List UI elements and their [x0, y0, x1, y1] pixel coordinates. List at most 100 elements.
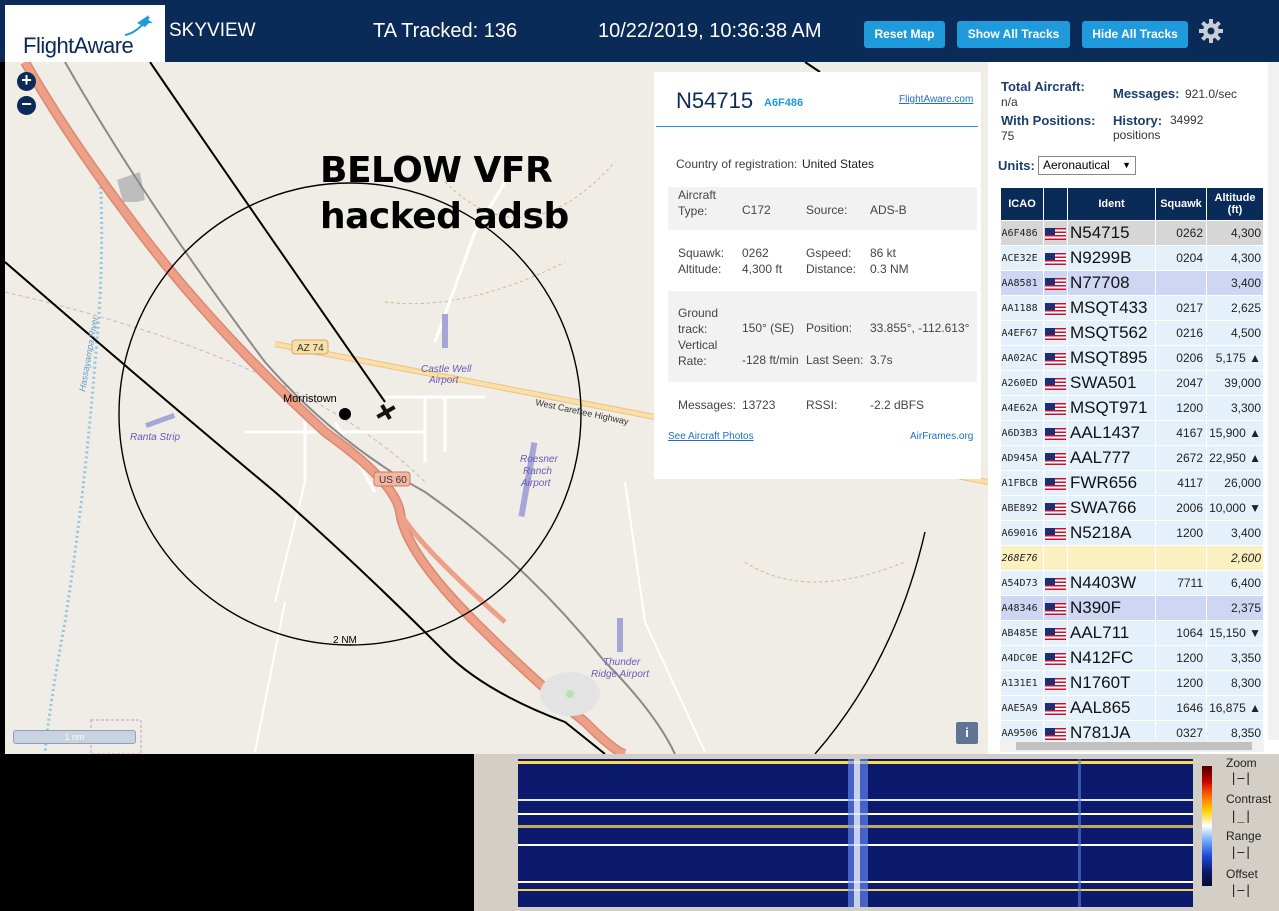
col-squawk[interactable]: Squawk — [1155, 187, 1207, 221]
table-row[interactable]: A4E62A MSQT971 1200 3,300 — [1000, 395, 1264, 421]
table-row[interactable]: A260ED SWA501 2047 39,000 — [1000, 370, 1264, 396]
squawk-cell: 1064 — [1155, 620, 1207, 646]
info-button[interactable]: i — [956, 722, 978, 744]
table-row[interactable]: A4EF67 MSQT562 0216 4,500 — [1000, 320, 1264, 346]
with-positions-label: With Positions: — [1001, 113, 1096, 128]
altitude-label: Altitude: — [678, 262, 722, 276]
table-row[interactable]: A6F486 N54715 0262 4,300 — [1000, 220, 1264, 246]
gspeed-value: 86 kt — [870, 246, 897, 260]
table-row[interactable]: ACE32E N9299B 0204 4,300 — [1000, 245, 1264, 271]
table-row[interactable]: A4DC0E N412FC 1200 3,350 — [1000, 645, 1264, 671]
squawk-cell: 0216 — [1155, 320, 1207, 346]
gspeed-label: Gspeed: — [806, 246, 852, 260]
table-row[interactable]: A48346 N390F 2,375 — [1000, 595, 1264, 621]
squawk-cell: 2006 — [1155, 495, 1207, 521]
table-row[interactable]: A6D3B3 AAL1437 4167 15,900 ▲ — [1000, 420, 1264, 446]
us-flag-icon — [1045, 427, 1066, 440]
rssi-value: -2.2 dBFS — [870, 398, 925, 412]
icao-cell: A1FBCB — [1000, 470, 1044, 496]
table-row[interactable]: A69016 N5218A 1200 3,400 — [1000, 520, 1264, 546]
zoom-control[interactable]: |—| — [1230, 771, 1252, 785]
squawk-value: 0262 — [742, 246, 769, 260]
airframes-link[interactable]: AirFrames.org — [910, 431, 973, 442]
history-value: 34992 positions — [1113, 113, 1204, 142]
icao-cell: AA02AC — [1000, 345, 1044, 371]
svg-text:Airport: Airport — [428, 375, 460, 386]
units-select[interactable]: Aeronautical ▼ — [1038, 156, 1136, 175]
us-flag-icon — [1045, 652, 1066, 665]
annotation-line-1: BELOW VFR — [320, 150, 553, 191]
flag-cell — [1043, 470, 1068, 496]
selected-aircraft-panel: N54715 A6F486 FlightAware.com Country of… — [654, 72, 981, 479]
us-flag-icon — [1045, 327, 1066, 340]
svg-text:AZ 74: AZ 74 — [297, 343, 324, 354]
reset-map-button[interactable]: Reset Map — [864, 21, 945, 48]
icao-cell: A4E62A — [1000, 395, 1044, 421]
icao-cell: AD945A — [1000, 445, 1044, 471]
us-flag-icon — [1045, 377, 1066, 390]
flag-cell — [1043, 320, 1068, 346]
altitude-cell: 3,400 — [1206, 270, 1264, 296]
col-icao[interactable]: ICAO — [1000, 187, 1044, 221]
horizontal-scrollbar[interactable] — [1000, 740, 1264, 752]
col-ident[interactable]: Ident — [1067, 187, 1156, 221]
datetime: 10/22/2019, 10:36:38 AM — [598, 20, 822, 42]
col-flag[interactable] — [1043, 187, 1068, 221]
total-aircraft-label: Total Aircraft: — [1001, 79, 1085, 94]
units-value: Aeronautical — [1043, 158, 1110, 172]
total-aircraft-value: n/a — [1001, 95, 1018, 109]
position-label: Position: — [806, 321, 853, 335]
us-flag-icon — [1045, 577, 1066, 590]
show-all-tracks-button[interactable]: Show All Tracks — [957, 21, 1070, 48]
flightaware-logo[interactable]: FlightAware — [5, 5, 165, 62]
table-row[interactable]: A131E1 N1760T 1200 8,300 — [1000, 670, 1264, 696]
messages-rate-value: 921.0/sec — [1185, 87, 1238, 101]
table-row[interactable]: A54D73 N4403W 7711 6,400 — [1000, 570, 1264, 596]
table-row[interactable]: AAE5A9 AAL865 1646 16,875 ▲ — [1000, 695, 1264, 721]
hide-all-tracks-button[interactable]: Hide All Tracks — [1082, 21, 1188, 48]
contrast-label: Contrast — [1226, 792, 1272, 806]
ident-cell: N4403W — [1067, 570, 1156, 596]
gear-icon[interactable] — [1198, 18, 1224, 44]
ident-cell: MSQT971 — [1067, 395, 1156, 421]
ident-cell — [1067, 545, 1156, 571]
squawk-cell: 1200 — [1155, 395, 1207, 421]
selected-hex[interactable]: A6F486 — [764, 97, 803, 109]
table-row[interactable]: AA02AC MSQT895 0206 5,175 ▲ — [1000, 345, 1264, 371]
table-row[interactable]: ABE892 SWA766 2006 10,000 ▼ — [1000, 495, 1264, 521]
selected-ident: N54715 — [676, 88, 754, 113]
table-row[interactable]: AB485E AAL711 1064 15,150 ▼ — [1000, 620, 1264, 646]
flag-cell — [1043, 620, 1068, 646]
offset-control[interactable]: |—| — [1230, 883, 1252, 897]
source-label: Source: — [806, 203, 848, 217]
scrollbar-thumb[interactable] — [1016, 742, 1252, 750]
aircraft-table: ICAO Ident Squawk Altitude (ft) A6F486 N5… — [1000, 187, 1264, 746]
svg-text:Ranta Strip: Ranta Strip — [130, 432, 180, 443]
distance-label: Distance: — [806, 262, 857, 276]
table-row[interactable]: AA8581 N77708 3,400 — [1000, 270, 1264, 296]
waterfall-display[interactable] — [518, 759, 1193, 907]
zoom-in-button[interactable]: + — [17, 71, 36, 91]
zoom-out-button[interactable]: − — [17, 95, 36, 115]
icao-cell: A54D73 — [1000, 570, 1044, 596]
table-row[interactable]: A1FBCB FWR656 4117 26,000 — [1000, 470, 1264, 496]
squawk-cell — [1155, 595, 1207, 621]
icao-cell: A6D3B3 — [1000, 420, 1044, 446]
altitude-cell: 3,350 — [1206, 645, 1264, 671]
vertical-scrollbar[interactable] — [1268, 62, 1279, 740]
ident-cell: N5218A — [1067, 520, 1156, 546]
flightaware-link[interactable]: FlightAware.com — [899, 94, 973, 105]
messages-value: 13723 — [742, 398, 776, 412]
flag-cell — [1043, 220, 1068, 246]
aircraft-photos-link[interactable]: See Aircraft Photos — [668, 431, 754, 442]
squawk-cell: 2672 — [1155, 445, 1207, 471]
altitude-cell: 5,175 ▲ — [1206, 345, 1264, 371]
altitude-cell: 22,950 ▲ — [1206, 445, 1264, 471]
contrast-control[interactable]: |_| — [1230, 809, 1252, 823]
col-altitude[interactable]: Altitude (ft) — [1206, 187, 1264, 221]
table-row[interactable]: 268E76 2,600 — [1000, 545, 1264, 571]
last-seen-label: Last Seen: — [806, 353, 864, 367]
table-row[interactable]: AA1188 MSQT433 0217 2,625 — [1000, 295, 1264, 321]
table-row[interactable]: AD945A AAL777 2672 22,950 ▲ — [1000, 445, 1264, 471]
range-control[interactable]: |—| — [1230, 845, 1252, 859]
